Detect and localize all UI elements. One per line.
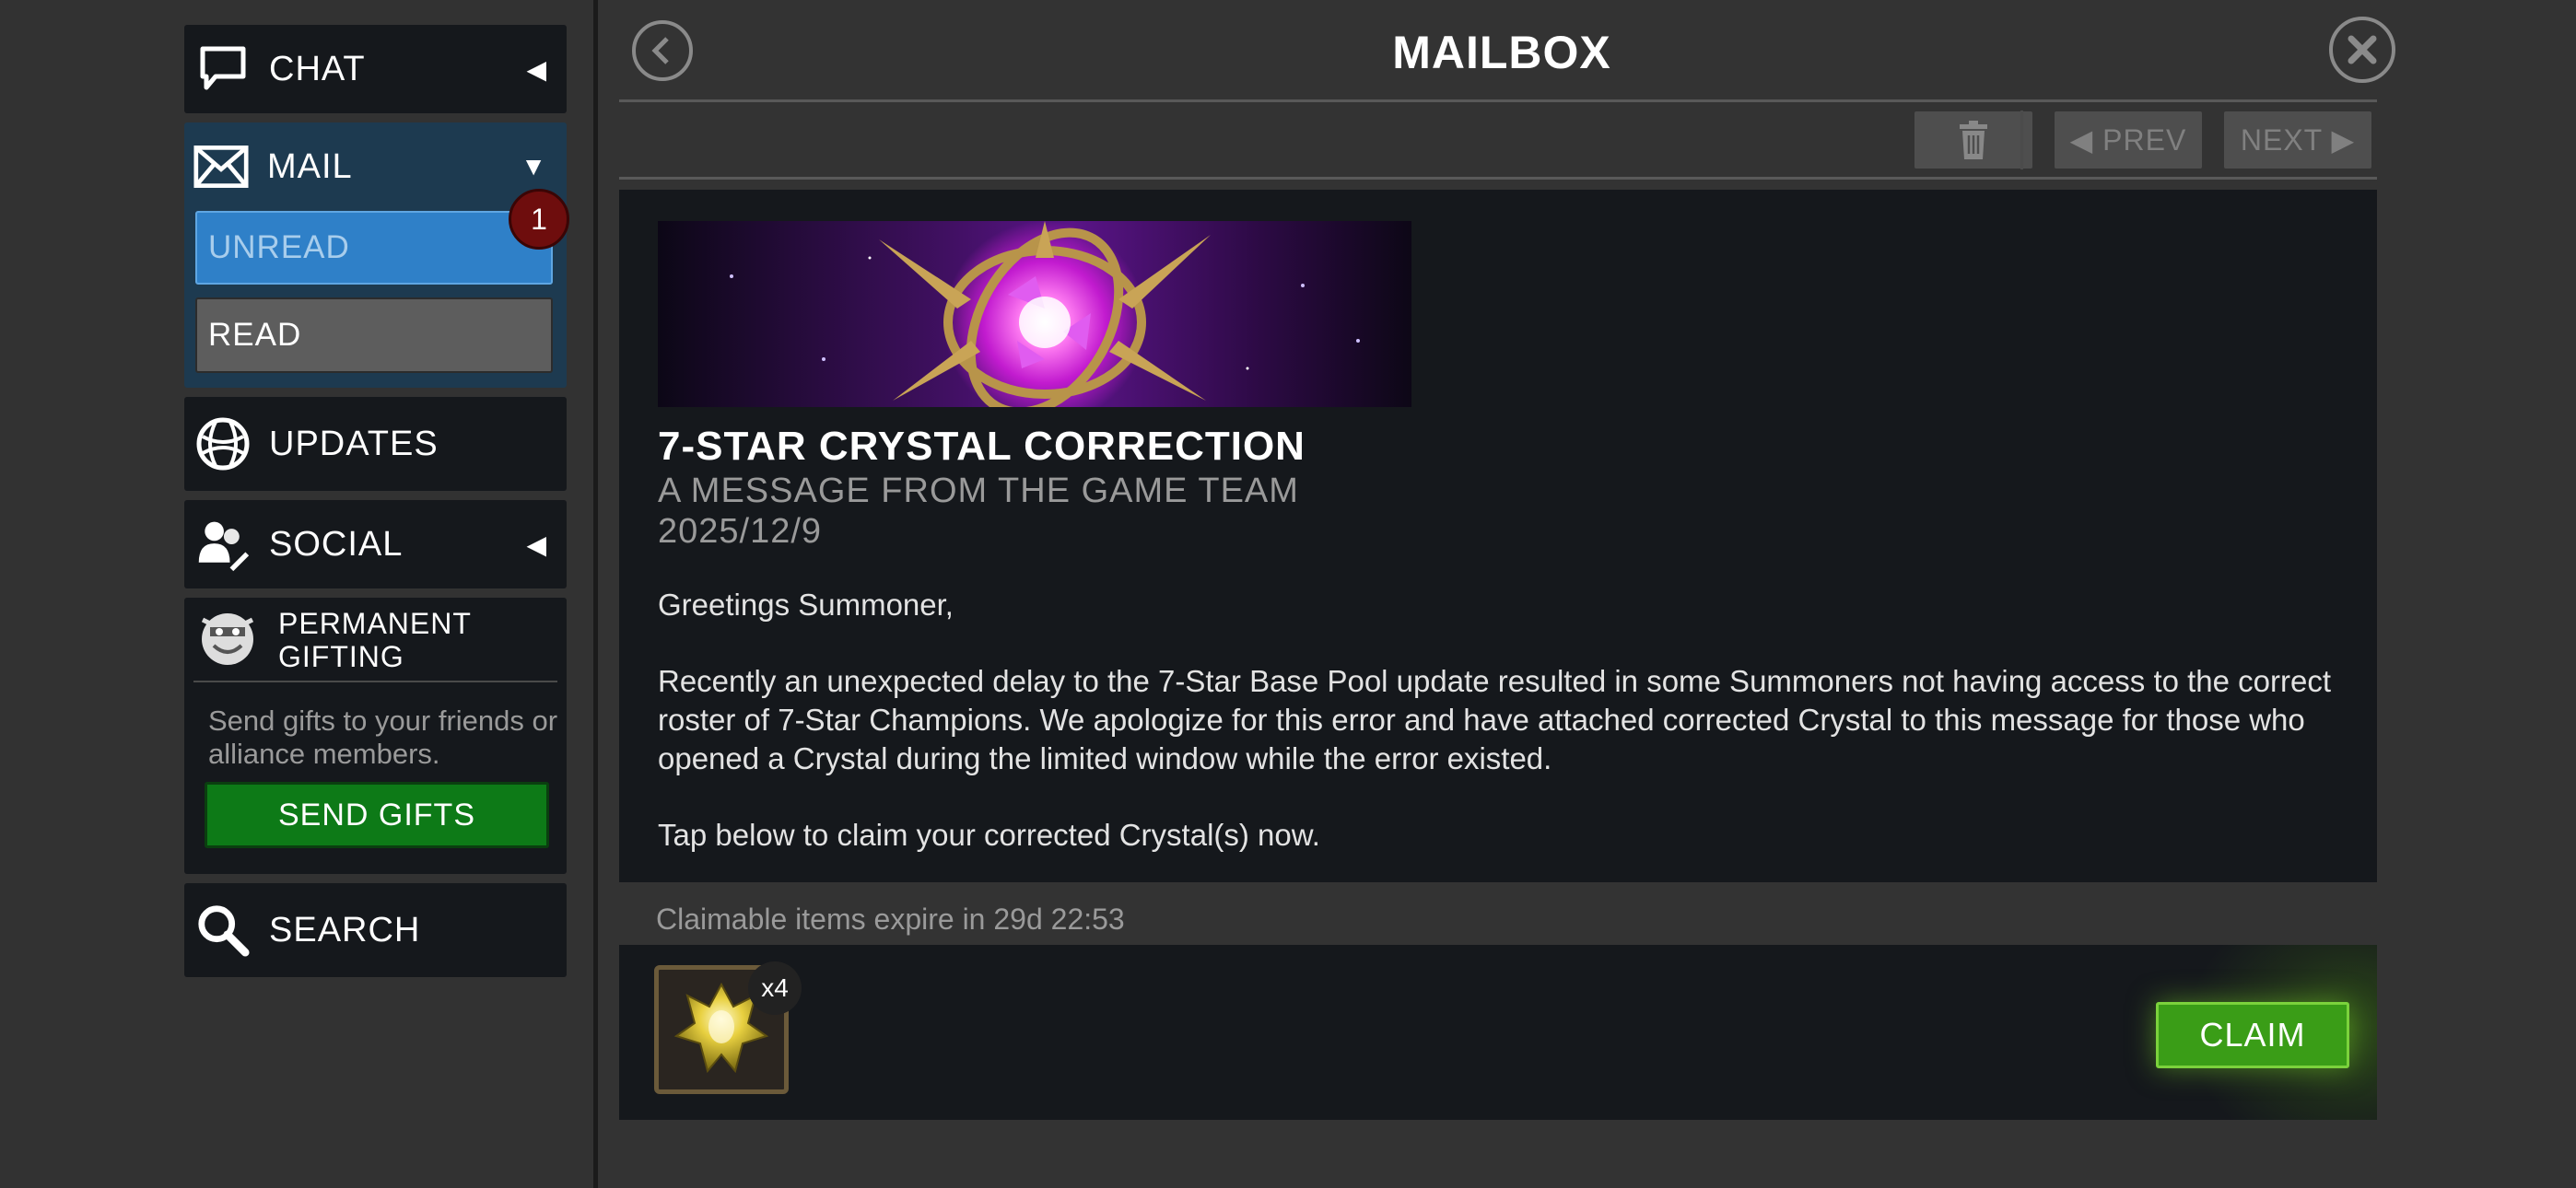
gifting-description: Send gifts to your friends or alliance m… — [208, 705, 558, 770]
collapse-arrow-icon: ◀ — [526, 530, 546, 559]
message-paragraph: Greetings Summoner, — [658, 588, 954, 622]
sidebar-item-label: CHAT — [269, 49, 366, 88]
sidebar-item-chat[interactable]: CHAT ◀ — [184, 25, 567, 113]
sidebar-item-label: MAIL — [267, 146, 353, 186]
sidebar-item-updates[interactable]: UPDATES — [184, 397, 567, 491]
next-button[interactable]: NEXT ▶ — [2224, 111, 2371, 169]
message-paragraph: Recently an unexpected delay to the 7-St… — [658, 664, 2332, 775]
sidebar-item-label: SOCIAL — [269, 524, 404, 564]
message-date: 2025/12/9 — [658, 512, 823, 551]
tab-unread-label: UNREAD — [208, 229, 350, 265]
reward-bar: x4 CLAIM — [619, 945, 2377, 1120]
search-icon — [195, 903, 251, 958]
divider — [619, 177, 2377, 180]
page-title: MAILBOX — [1392, 27, 1611, 78]
expand-arrow-icon: ▼ — [521, 152, 546, 181]
crystal-banner-image — [658, 221, 1411, 407]
reward-quantity-badge: x4 — [748, 961, 802, 1015]
tab-read[interactable]: READ — [195, 297, 553, 373]
sidebar-item-search[interactable]: SEARCH — [184, 883, 567, 977]
collapse-arrow-icon: ◀ — [526, 54, 546, 84]
claim-button[interactable]: CLAIM — [2156, 1002, 2349, 1068]
unread-count-badge: 1 — [509, 189, 569, 250]
delete-button[interactable] — [1914, 111, 2032, 169]
tab-unread[interactable]: UNREAD — [195, 211, 553, 285]
sidebar-item-label: UPDATES — [269, 424, 439, 463]
close-button[interactable] — [2329, 17, 2395, 83]
message-title: 7-STAR CRYSTAL CORRECTION — [658, 424, 1306, 469]
permanent-gifting-panel: PERMANENT GIFTING Send gifts to your fri… — [184, 598, 567, 874]
sidebar-item-mail[interactable]: MAIL ▼ — [184, 122, 567, 211]
sidebar-divider — [593, 0, 598, 1188]
chat-icon — [195, 41, 251, 97]
collector-icon — [197, 609, 258, 670]
prev-button[interactable]: ◀ PREV — [2055, 111, 2202, 169]
message-body: Greetings Summoner, Recently an unexpect… — [658, 586, 2353, 892]
divider — [193, 681, 557, 682]
divider — [619, 99, 2377, 102]
mail-group: MAIL ▼ UNREAD READ — [184, 122, 567, 388]
toolbar-separator — [2020, 111, 2023, 169]
back-button[interactable] — [632, 20, 693, 81]
tab-read-label: READ — [208, 317, 302, 353]
send-gifts-button[interactable]: SEND GIFTS — [205, 782, 549, 848]
message-panel: 7-STAR CRYSTAL CORRECTION A MESSAGE FROM… — [619, 190, 2377, 882]
globe-icon — [195, 416, 251, 472]
message-sender: A MESSAGE FROM THE GAME TEAM — [658, 472, 1299, 510]
message-paragraph: Tap below to claim your corrected Crysta… — [658, 818, 1320, 852]
sidebar-item-label: SEARCH — [269, 910, 421, 949]
close-icon — [2348, 35, 2377, 64]
gifting-title: PERMANENT GIFTING — [278, 607, 472, 673]
friends-icon — [195, 517, 251, 572]
trash-icon — [1960, 121, 1987, 159]
chevron-left-icon — [651, 37, 669, 64]
envelope-icon — [193, 139, 249, 194]
expiry-text: Claimable items expire in 29d 22:53 — [656, 903, 1125, 936]
sidebar-item-social[interactable]: SOCIAL ◀ — [184, 500, 567, 588]
